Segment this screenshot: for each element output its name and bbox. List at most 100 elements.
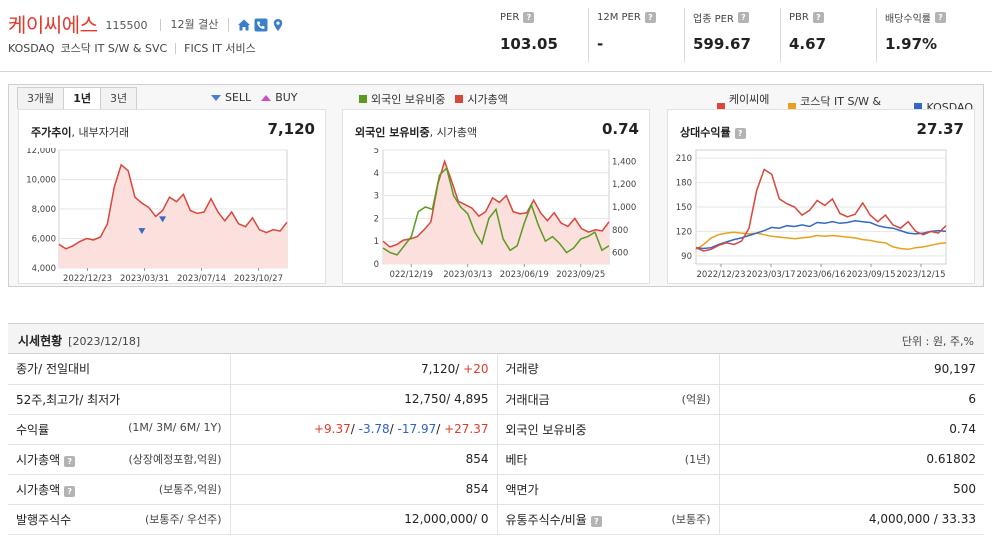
stock-header: 케이씨에스 115500 12월 결산 KOSDAQ 코스닥 IT S/W & …	[0, 0, 992, 72]
value-52w: 12,750/ 4,895	[230, 384, 498, 415]
fics-name[interactable]: FICS IT 서비스	[184, 40, 256, 56]
legend-mcap: 시가총액	[455, 91, 508, 107]
industry-name[interactable]: 코스닥 IT S/W & SVC	[61, 40, 168, 56]
table-row: 시가총액? (보통주,억원) 854 액면가 500	[8, 474, 984, 505]
valuation-metrics: PER? 103.05 12M PER? - 업종 PER? 599.67 PB…	[492, 8, 972, 62]
label-returns: 수익률 (1M/ 3M/ 6M/ 1Y)	[8, 414, 231, 445]
label-mcap-common: 시가총액? (보통주,억원)	[8, 474, 231, 505]
tab-3-years[interactable]: 3년	[100, 87, 138, 109]
x-tick-label: 2023/03/17	[747, 270, 796, 280]
value-shares: 12,000,000/ 0	[230, 504, 498, 535]
market-status-table: 종가/ 전일대비 7,120/ +20 거래량 90,197 52주,최고가/ …	[8, 354, 984, 535]
card-value: 7,120	[267, 120, 315, 138]
label-par-value: 액면가	[497, 474, 720, 505]
x-tick-label: 2023/07/14	[177, 274, 226, 284]
help-icon[interactable]: ?	[523, 11, 535, 23]
insider-legend: SELL BUY	[211, 91, 308, 104]
y-tick-label: 10,000	[26, 176, 56, 186]
company-icons	[228, 18, 285, 32]
x-tick-label: 2023/03/31	[120, 274, 169, 284]
help-icon[interactable]: ?	[590, 515, 602, 527]
x-tick-label: 2023/10/27	[234, 274, 283, 284]
metric-dividend-yield: 배당수익률? 1.97%	[876, 8, 972, 62]
metric-label: 12M PER	[597, 11, 641, 23]
label-beta: 베타 (1년)	[497, 444, 720, 475]
y-tick-label: 12,000	[26, 148, 56, 156]
legend-sell: SELL	[211, 91, 251, 104]
tab-3-months[interactable]: 3개월	[17, 87, 65, 109]
help-icon[interactable]: ?	[64, 485, 76, 497]
value-float: 4,000,000 / 33.33	[719, 504, 984, 535]
metric-label: 배당수익률	[885, 13, 931, 25]
help-icon[interactable]: ?	[644, 11, 656, 23]
y-tick-label: 1	[374, 237, 379, 247]
tab-1-year[interactable]: 1년	[63, 87, 102, 110]
label-mcap-incl: 시가총액? (상장예정포함,억원)	[8, 444, 231, 475]
y-tick-label: 800	[612, 226, 628, 236]
help-icon[interactable]: ?	[812, 11, 824, 23]
label-foreign-ratio: 외국인 보유비중	[497, 414, 720, 445]
x-tick-label: 2023/06/19	[500, 270, 549, 280]
value-trade-amount: 6	[719, 384, 984, 415]
metric-pbr: PBR? 4.67	[780, 8, 876, 62]
table-row: 종가/ 전일대비 7,120/ +20 거래량 90,197	[8, 354, 984, 385]
relative-return-card: 상대수익률? 27.37 90 120 150 180 210 2022/12/23 202…	[667, 109, 975, 284]
legend-buy: BUY	[261, 91, 298, 104]
metric-value: 599.67	[693, 35, 751, 53]
label-float: 유통주식수/비율? (보통주)	[497, 504, 720, 535]
y-tick-label: 90	[681, 252, 692, 262]
section-date: [2023/12/18]	[68, 335, 141, 348]
y-tick-label: 4	[374, 169, 379, 179]
x-tick-label: 2023/12/15	[897, 270, 946, 280]
market-name: KOSDAQ	[8, 41, 55, 55]
help-icon[interactable]: ?	[734, 128, 746, 139]
metric-12m-per: 12M PER? -	[588, 8, 684, 62]
card-title: 외국인 보유비중, 시가총액	[355, 126, 478, 139]
metric-label: PER	[500, 11, 520, 23]
table-row: 수익률 (1M/ 3M/ 6M/ 1Y) +9.37/ -3.78/ -17.97…	[8, 414, 984, 445]
x-tick-label: 022/12/19	[389, 270, 433, 280]
foreign-ownership-card: 외국인 보유비중, 시가총액 0.74 0 1 2 3 4 5 600 800 1,000 1,2…	[342, 109, 650, 284]
home-icon[interactable]	[237, 18, 251, 32]
help-icon[interactable]: ?	[64, 455, 76, 467]
price-trend-card: 주가추이, 내부자거래 7,120 4,000 6,000 8,000 10,000 1…	[18, 109, 326, 284]
label-close: 종가/ 전일대비	[8, 354, 231, 385]
legend-foreign: 외국인 보유비중	[359, 91, 445, 107]
table-row: 시가총액? (상장예정포함,억원) 854 베타 (1년) 0.61802	[8, 444, 984, 475]
label-52w: 52주,최고가/ 최저가	[8, 384, 231, 415]
relative-return-chart[interactable]: 901201501802102022/12/23 2023/03/17 2023/0…	[668, 148, 974, 284]
section-header: 시세현황 [2023/12/18] 단위 : 원, 주,%	[8, 324, 984, 354]
stock-code: 115500	[105, 18, 148, 32]
phone-icon[interactable]	[254, 18, 268, 32]
metric-label: 업종 PER	[693, 13, 734, 25]
buy-marker-icon	[261, 94, 272, 101]
card-title: 상대수익률?	[680, 124, 746, 140]
unit-note: 단위 : 원, 주,%	[901, 335, 974, 348]
y-tick-label: 1,000	[612, 203, 636, 213]
x-tick-label: 2023/03/13	[443, 270, 492, 280]
value-close: 7,120/ +20	[230, 354, 498, 385]
label-volume: 거래량	[497, 354, 720, 385]
map-pin-icon[interactable]	[271, 18, 285, 32]
y-tick-label: 6,000	[32, 235, 56, 245]
y-tick-label: 8,000	[32, 205, 56, 215]
y-tick-label: 120	[676, 227, 692, 237]
value-mcap-common: 854	[230, 474, 498, 505]
x-tick-label: 2023/06/16	[797, 270, 846, 280]
value-returns: +9.37/ -3.78/ -17.97/ +27.37	[230, 414, 498, 445]
value-beta: 0.61802	[719, 444, 984, 475]
help-icon[interactable]: ?	[935, 11, 946, 23]
foreign-ownership-chart[interactable]: 0 1 2 3 4 5 600 800 1,000 1,200 1,400 022/12/19 2023…	[343, 148, 649, 284]
market-status-section: 시세현황 [2023/12/18] 단위 : 원, 주,% 종가/ 전일대비 7,…	[8, 323, 984, 535]
section-title: 시세현황 [2023/12/18]	[18, 334, 141, 348]
label-trade-amount: 거래대금 (억원)	[497, 384, 720, 415]
card-value: 27.37	[916, 120, 964, 138]
value-foreign-ratio: 0.74	[719, 414, 984, 445]
y-tick-label: 180	[676, 179, 692, 189]
card-title: 주가추이, 내부자거래	[31, 126, 130, 139]
price-trend-chart[interactable]: 4,000 6,000 8,000 10,000 12,000 2022/12/23 202…	[19, 148, 325, 284]
help-icon[interactable]: ?	[737, 11, 749, 23]
y-tick-label: 1,200	[612, 180, 636, 190]
y-tick-label: 600	[612, 249, 628, 259]
company-name[interactable]: 케이씨에스	[8, 9, 98, 38]
